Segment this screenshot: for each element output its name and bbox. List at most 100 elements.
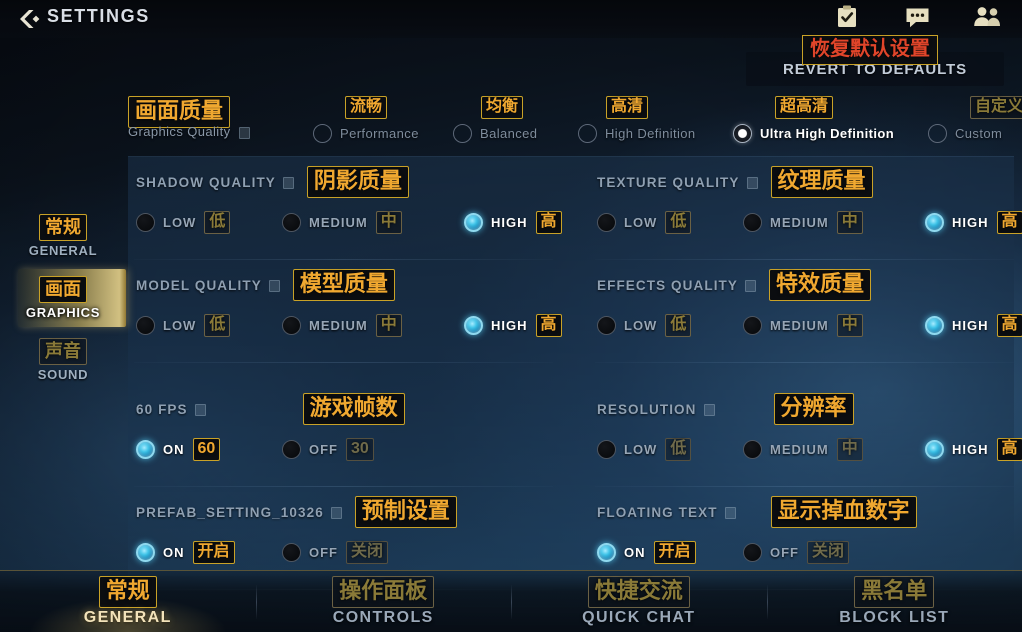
sidebar-item-sound[interactable]: 声音 SOUND bbox=[0, 329, 126, 391]
option-floating-on-label: ON bbox=[624, 545, 646, 560]
sidebar-item-graphics-label: GRAPHICS bbox=[25, 305, 101, 320]
radio-custom[interactable] bbox=[928, 124, 947, 143]
preset-option-performance[interactable]: 流畅 Performance bbox=[313, 96, 419, 143]
option-effects-medium[interactable]: MEDIUM 中 bbox=[743, 314, 925, 337]
info-icon[interactable] bbox=[330, 507, 342, 519]
option-floating-on[interactable]: ON 开启 bbox=[597, 541, 743, 564]
radio-model-high[interactable] bbox=[464, 316, 483, 335]
sidebar-item-general[interactable]: 常规 GENERAL bbox=[0, 205, 126, 267]
radio-model-medium[interactable] bbox=[282, 316, 301, 335]
radio-fps-on[interactable] bbox=[136, 440, 155, 459]
bottom-nav-item-controls[interactable]: 操作面板 CONTROLS bbox=[255, 571, 512, 632]
option-resolution-medium[interactable]: MEDIUM 中 bbox=[743, 438, 925, 461]
option-texture-low-cn: 低 bbox=[665, 211, 692, 234]
radio-effects-medium[interactable] bbox=[743, 316, 762, 335]
preset-option-custom[interactable]: 自定义 Custom bbox=[928, 96, 1022, 143]
radio-effects-high[interactable] bbox=[925, 316, 944, 335]
option-fps-off[interactable]: OFF 30 bbox=[282, 438, 464, 461]
bottom-nav-general-cn: 常规 bbox=[98, 576, 157, 608]
info-icon[interactable] bbox=[746, 177, 758, 189]
radio-texture-low[interactable] bbox=[597, 213, 616, 232]
option-floating-off[interactable]: OFF 关闭 bbox=[743, 541, 925, 564]
info-icon[interactable] bbox=[238, 126, 250, 139]
option-effects-low[interactable]: LOW 低 bbox=[597, 314, 743, 337]
radio-floating-on[interactable] bbox=[597, 543, 616, 562]
checklist-icon[interactable] bbox=[832, 2, 862, 32]
option-shadow-medium[interactable]: MEDIUM 中 bbox=[282, 211, 464, 234]
radio-prefab-on[interactable] bbox=[136, 543, 155, 562]
info-icon[interactable] bbox=[724, 507, 736, 519]
info-icon[interactable] bbox=[745, 280, 756, 292]
setting-effects-quality-cn: 特效质量 bbox=[769, 269, 872, 301]
chat-bubble-icon[interactable] bbox=[902, 2, 932, 32]
radio-balanced[interactable] bbox=[453, 124, 472, 143]
sidebar-item-graphics[interactable]: 画面 GRAPHICS bbox=[0, 267, 126, 329]
radio-resolution-high[interactable] bbox=[925, 440, 944, 459]
preset-custom-label: Custom bbox=[955, 126, 1003, 141]
bottom-nav-item-quick-chat[interactable]: 快捷交流 QUICK CHAT bbox=[511, 571, 767, 632]
page-title: SETTINGS bbox=[47, 6, 150, 26]
info-icon[interactable] bbox=[282, 177, 294, 189]
preset-high-definition-cn: 高清 bbox=[606, 96, 649, 119]
radio-ultra-high-definition[interactable] bbox=[733, 124, 752, 143]
setting-texture-quality: TEXTURE QUALITY 纹理质量 LOW 低 MEDIUM 中 HIGH bbox=[589, 157, 1022, 260]
graphics-settings-panel: SHADOW QUALITY 阴影质量 LOW 低 MEDIUM 中 HIGH bbox=[128, 156, 1022, 590]
info-icon[interactable] bbox=[268, 280, 280, 292]
option-fps-off-cn: 30 bbox=[346, 438, 374, 461]
bottom-nav-block-list-label: BLOCK LIST bbox=[839, 609, 950, 626]
option-resolution-high-cn: 高 bbox=[996, 438, 1022, 461]
radio-effects-low[interactable] bbox=[597, 316, 616, 335]
graphics-quality-preset-row: 画面质量 Graphics Quality 流畅 Performance 均衡 … bbox=[128, 96, 1022, 148]
preset-option-ultra-high-definition[interactable]: 超高清 Ultra High Definition bbox=[733, 96, 894, 143]
radio-model-low[interactable] bbox=[136, 316, 155, 335]
friends-icon[interactable] bbox=[972, 2, 1002, 32]
setting-shadow-quality-title: SHADOW QUALITY bbox=[136, 174, 276, 190]
option-texture-low[interactable]: LOW 低 bbox=[597, 211, 743, 234]
option-shadow-high-label: HIGH bbox=[491, 215, 528, 230]
option-prefab-off[interactable]: OFF 关闭 bbox=[282, 541, 464, 564]
option-fps-on[interactable]: ON 60 bbox=[136, 438, 282, 461]
info-icon[interactable] bbox=[194, 404, 206, 416]
bottom-nav-item-block-list[interactable]: 黑名单 BLOCK LIST bbox=[766, 571, 1022, 632]
option-fps-on-cn: 60 bbox=[192, 438, 221, 461]
radio-fps-off[interactable] bbox=[282, 440, 301, 459]
option-model-low[interactable]: LOW 低 bbox=[136, 314, 282, 337]
radio-resolution-low[interactable] bbox=[597, 440, 616, 459]
radio-resolution-medium[interactable] bbox=[743, 440, 762, 459]
option-texture-low-label: LOW bbox=[624, 215, 658, 230]
option-resolution-low[interactable]: LOW 低 bbox=[597, 438, 743, 461]
option-shadow-low[interactable]: LOW 低 bbox=[136, 211, 282, 234]
option-texture-high[interactable]: HIGH 高 bbox=[925, 211, 1022, 234]
radio-shadow-high[interactable] bbox=[464, 213, 483, 232]
option-shadow-high-cn: 高 bbox=[535, 211, 562, 234]
bottom-nav-item-general[interactable]: 常规 GENERAL bbox=[0, 571, 256, 632]
back-button[interactable] bbox=[12, 3, 46, 35]
preset-option-high-definition[interactable]: 高清 High Definition bbox=[578, 96, 696, 143]
radio-texture-medium[interactable] bbox=[743, 213, 762, 232]
option-shadow-high[interactable]: HIGH 高 bbox=[464, 211, 562, 234]
sidebar-item-sound-label: SOUND bbox=[37, 367, 89, 382]
bottom-nav-controls-label: CONTROLS bbox=[332, 609, 434, 626]
sidebar-item-graphics-cn: 画面 bbox=[39, 276, 87, 303]
option-effects-low-label: LOW bbox=[624, 318, 658, 333]
option-resolution-high[interactable]: HIGH 高 bbox=[925, 438, 1022, 461]
radio-prefab-off[interactable] bbox=[282, 543, 301, 562]
option-model-high[interactable]: HIGH 高 bbox=[464, 314, 562, 337]
option-texture-medium[interactable]: MEDIUM 中 bbox=[743, 211, 925, 234]
preset-high-definition-label: High Definition bbox=[605, 126, 696, 141]
preset-balanced-label: Balanced bbox=[480, 126, 538, 141]
option-model-medium[interactable]: MEDIUM 中 bbox=[282, 314, 464, 337]
radio-shadow-medium[interactable] bbox=[282, 213, 301, 232]
radio-performance[interactable] bbox=[313, 124, 332, 143]
radio-shadow-low[interactable] bbox=[136, 213, 155, 232]
setting-texture-quality-cn: 纹理质量 bbox=[770, 166, 873, 198]
info-icon[interactable] bbox=[703, 404, 715, 416]
radio-texture-high[interactable] bbox=[925, 213, 944, 232]
preset-option-balanced[interactable]: 均衡 Balanced bbox=[453, 96, 537, 143]
option-prefab-on[interactable]: ON 开启 bbox=[136, 541, 282, 564]
radio-high-definition[interactable] bbox=[578, 124, 597, 143]
preset-custom-cn: 自定义 bbox=[970, 96, 1022, 119]
option-effects-high[interactable]: HIGH 高 bbox=[925, 314, 1022, 337]
radio-floating-off[interactable] bbox=[743, 543, 762, 562]
option-floating-on-cn: 开启 bbox=[653, 541, 696, 564]
